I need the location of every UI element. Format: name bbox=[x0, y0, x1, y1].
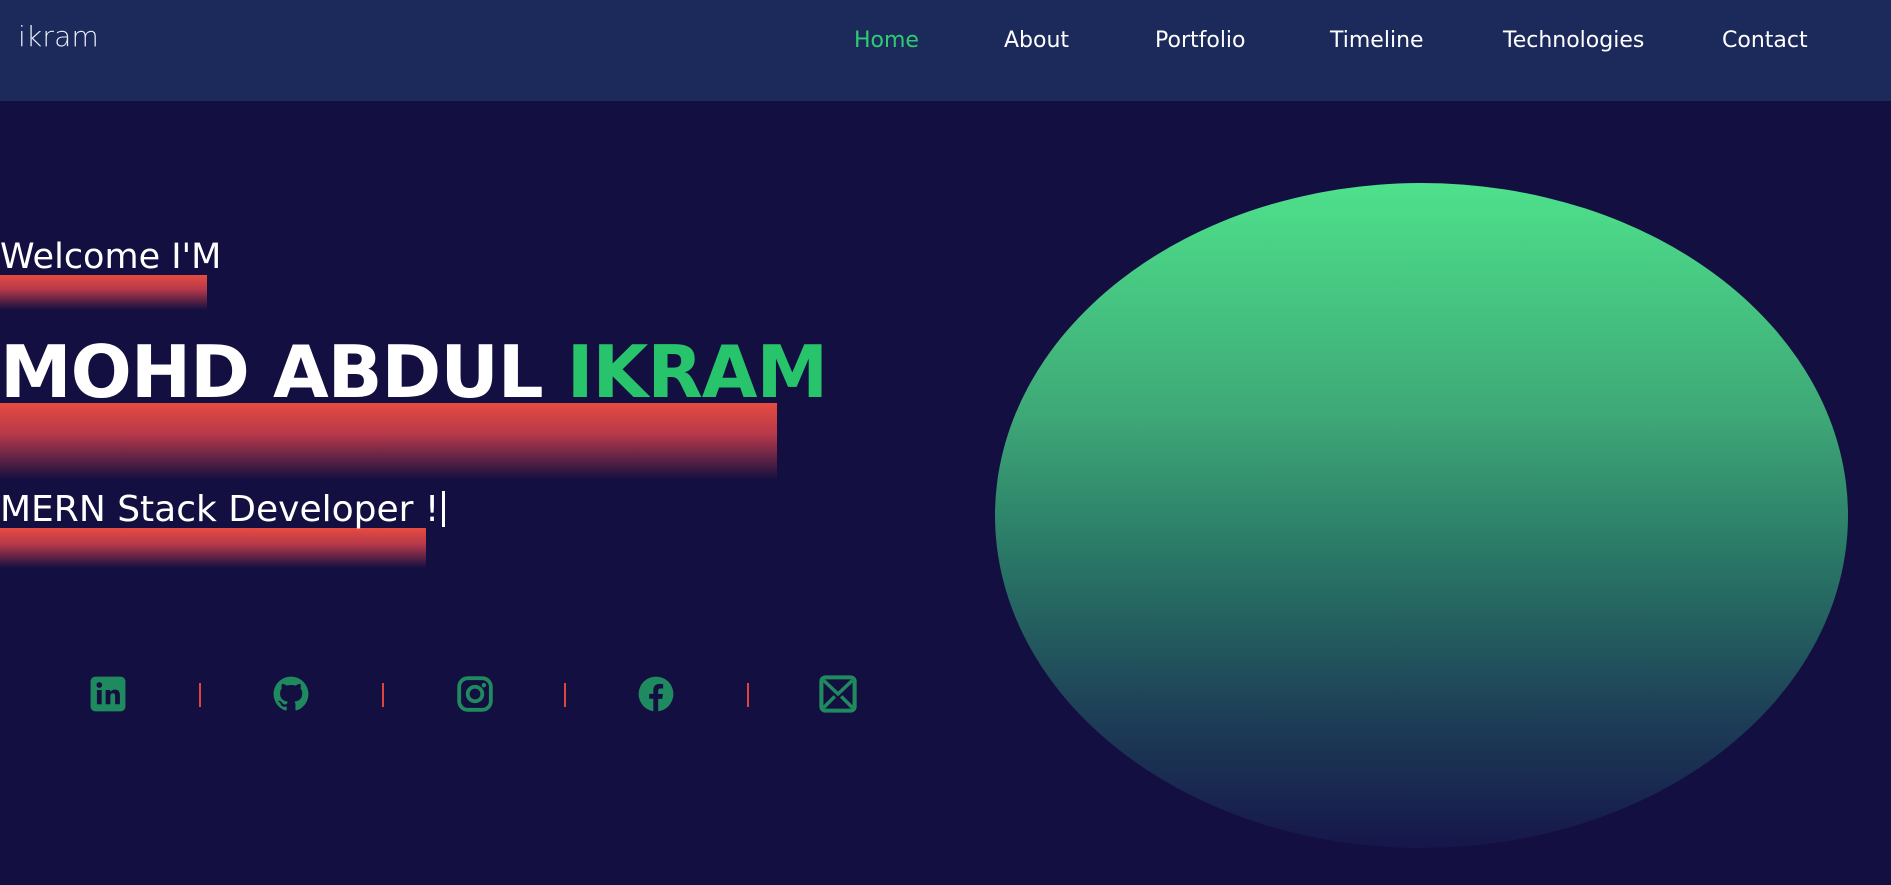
social-separator bbox=[382, 683, 384, 707]
nav-link-about[interactable]: About bbox=[1004, 28, 1069, 53]
navbar: ikram Home About Portfolio Timeline Tech… bbox=[0, 0, 1891, 101]
hero-gradient-orb bbox=[995, 183, 1848, 848]
role-underline bbox=[0, 528, 426, 568]
facebook-icon[interactable] bbox=[637, 675, 675, 713]
nav-link-home[interactable]: Home bbox=[854, 28, 919, 53]
typing-cursor bbox=[442, 491, 446, 527]
name-accent: IKRAM bbox=[566, 330, 828, 414]
name-block: MOHD ABDUL IKRAM bbox=[0, 330, 828, 480]
name-first: MOHD ABDUL bbox=[0, 330, 544, 414]
instagram-icon[interactable] bbox=[456, 675, 494, 713]
social-separator bbox=[564, 683, 566, 707]
social-links bbox=[0, 670, 900, 720]
welcome-block: Welcome I'M bbox=[0, 234, 221, 310]
welcome-text: Welcome I'M bbox=[0, 237, 222, 277]
nav-link-portfolio[interactable]: Portfolio bbox=[1155, 28, 1246, 53]
linkedin-icon[interactable] bbox=[89, 675, 127, 713]
role-block: MERN Stack Developer ! bbox=[0, 487, 446, 568]
hero-name: MOHD ABDUL IKRAM bbox=[0, 330, 828, 414]
welcome-underline bbox=[0, 275, 207, 310]
role-text: MERN Stack Developer ! bbox=[0, 487, 446, 533]
nav-links: Home About Portfolio Timeline Technologi… bbox=[0, 28, 1891, 60]
nav-link-contact[interactable]: Contact bbox=[1722, 28, 1808, 53]
mail-icon[interactable] bbox=[819, 675, 857, 713]
github-icon[interactable] bbox=[272, 675, 310, 713]
role-label: MERN Stack Developer ! bbox=[0, 489, 440, 530]
name-underline bbox=[0, 403, 777, 480]
social-separator bbox=[747, 683, 749, 707]
nav-link-technologies[interactable]: Technologies bbox=[1503, 28, 1644, 53]
social-separator bbox=[199, 683, 201, 707]
nav-link-timeline[interactable]: Timeline bbox=[1330, 28, 1424, 53]
